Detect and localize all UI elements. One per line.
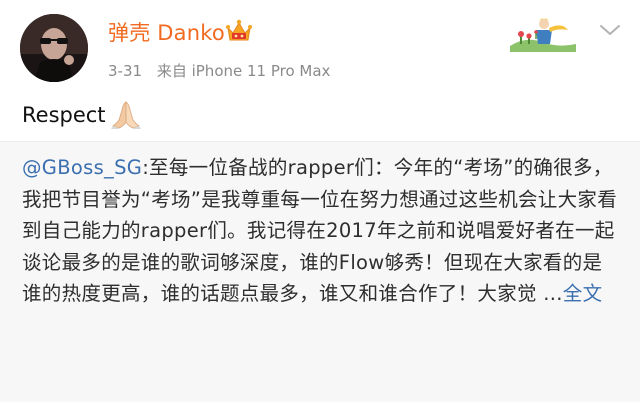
little-prince-sticker-icon [510,18,576,52]
post-text: Respect [22,100,142,130]
vip-crown-icon[interactable] [226,19,252,43]
praying-hands-icon [110,101,141,129]
post-source[interactable]: 来自 iPhone 11 Pro Max [157,62,331,80]
avatar-image [20,14,88,82]
chevron-down-icon[interactable] [598,22,622,38]
repost-mention-link[interactable]: @GBoss_SG [22,156,142,179]
post-meta: 3-31 来自 iPhone 11 Pro Max [108,60,330,81]
author-name[interactable]: 弹壳 Danko [108,17,225,47]
weibo-post: 弹壳 Danko 3-31 来自 iPhone 11 Pro Max Respe… [0,0,640,402]
repost-block[interactable]: @GBoss_SG:至每一位备战的rapper们：今年的“考场”的确很多，我把节… [0,141,640,402]
post-date: 3-31 [108,62,143,80]
full-text-link[interactable]: 全文 [563,282,603,305]
post-text-content: Respect [22,103,106,127]
avatar[interactable] [20,14,88,82]
repost-text: @GBoss_SG:至每一位备战的rapper们：今年的“考场”的确很多，我把节… [22,152,622,310]
